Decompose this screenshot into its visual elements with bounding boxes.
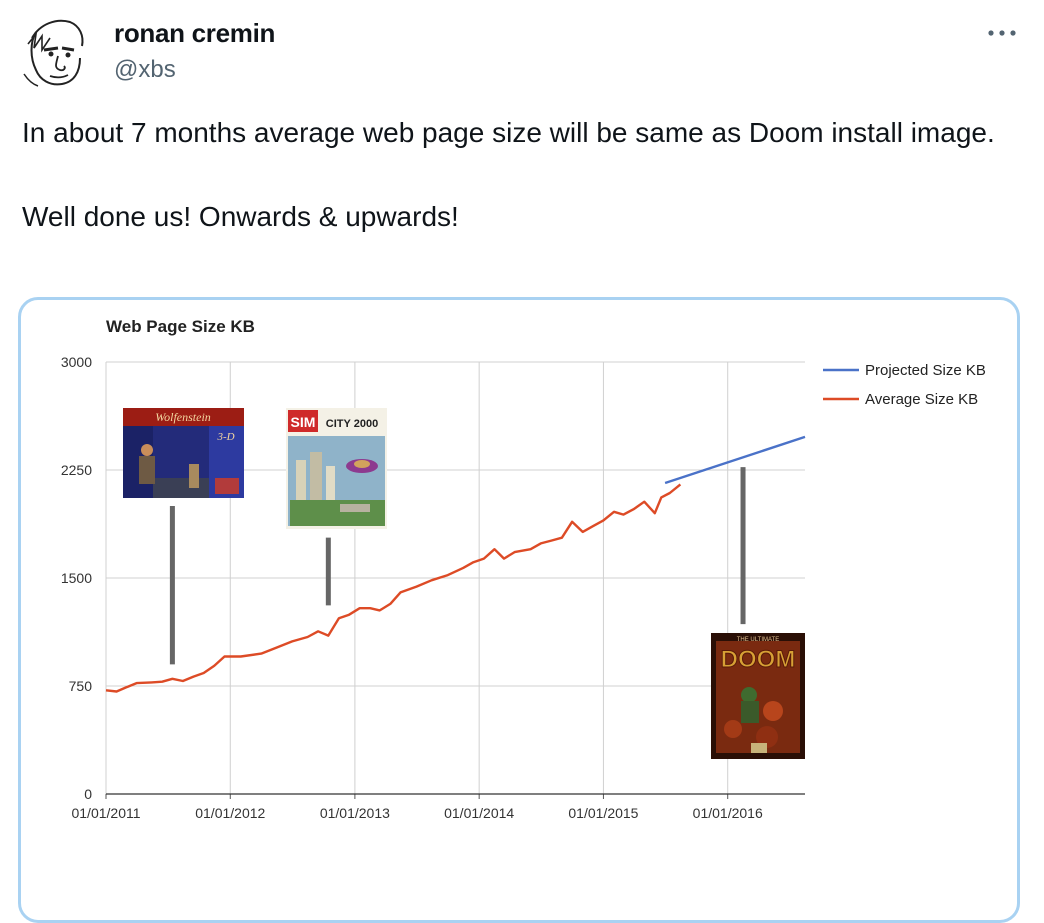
author-avatar[interactable]: [22, 14, 90, 90]
author-handle[interactable]: @xbs: [114, 56, 176, 84]
x-tick-label: 01/01/2015: [568, 805, 638, 821]
svg-text:Wolfenstein: Wolfenstein: [155, 410, 211, 424]
more-horizontal-icon: [988, 30, 1016, 36]
y-tick-label: 0: [84, 786, 92, 802]
x-tick-label: 01/01/2016: [693, 805, 763, 821]
svg-text:CITY 2000: CITY 2000: [326, 418, 378, 430]
y-tick-label: 3000: [61, 354, 92, 370]
legend-label: Average Size KB: [865, 391, 978, 408]
tweet-media-chart[interactable]: Web Page Size KB Wolfenstein 3-D SIM CIT…: [18, 297, 1020, 923]
svg-text:THE ULTIMATE: THE ULTIMATE: [737, 637, 779, 643]
tweet-paragraph: Well done us! Onwards & upwards!: [22, 201, 459, 232]
tweet-text: In about 7 months average web page size …: [22, 112, 1012, 238]
line-chart: Web Page Size KB Wolfenstein 3-D SIM CIT…: [61, 317, 986, 821]
game-covers: Wolfenstein 3-D SIM CITY 2000 THE ULTIMA…: [123, 408, 805, 759]
avatar-sketch-image: [23, 19, 84, 87]
chart-legend: Projected Size KB Average Size KB: [823, 362, 986, 408]
x-tick-label: 01/01/2012: [195, 805, 265, 821]
svg-text:3-D: 3-D: [216, 431, 234, 443]
more-options-button[interactable]: [982, 18, 1022, 48]
chart-title: Web Page Size KB: [106, 317, 255, 336]
wolfenstein-cover-image: Wolfenstein 3-D: [123, 408, 244, 498]
simcity-2000-cover-image: SIM CITY 2000: [286, 408, 387, 529]
author-name[interactable]: ronan cremin: [114, 18, 275, 49]
x-tick-label: 01/01/2014: [444, 805, 514, 821]
y-tick-label: 750: [69, 678, 93, 694]
tweet-paragraph: In about 7 months average web page size …: [22, 117, 995, 148]
ultimate-doom-cover-image: THE ULTIMATE DOOM: [711, 633, 805, 759]
x-tick-label: 01/01/2011: [71, 805, 140, 821]
svg-text:DOOM: DOOM: [721, 646, 796, 673]
y-tick-label: 1500: [61, 570, 92, 586]
y-tick-label: 2250: [61, 462, 92, 478]
series-line-average-size-kb: [105, 483, 682, 693]
cover-connector-lines: [169, 467, 746, 665]
svg-text:SIM: SIM: [291, 414, 316, 430]
legend-label: Projected Size KB: [865, 362, 986, 379]
series-line-projected-size-kb: [664, 435, 806, 485]
x-tick-label: 01/01/2013: [320, 805, 390, 821]
